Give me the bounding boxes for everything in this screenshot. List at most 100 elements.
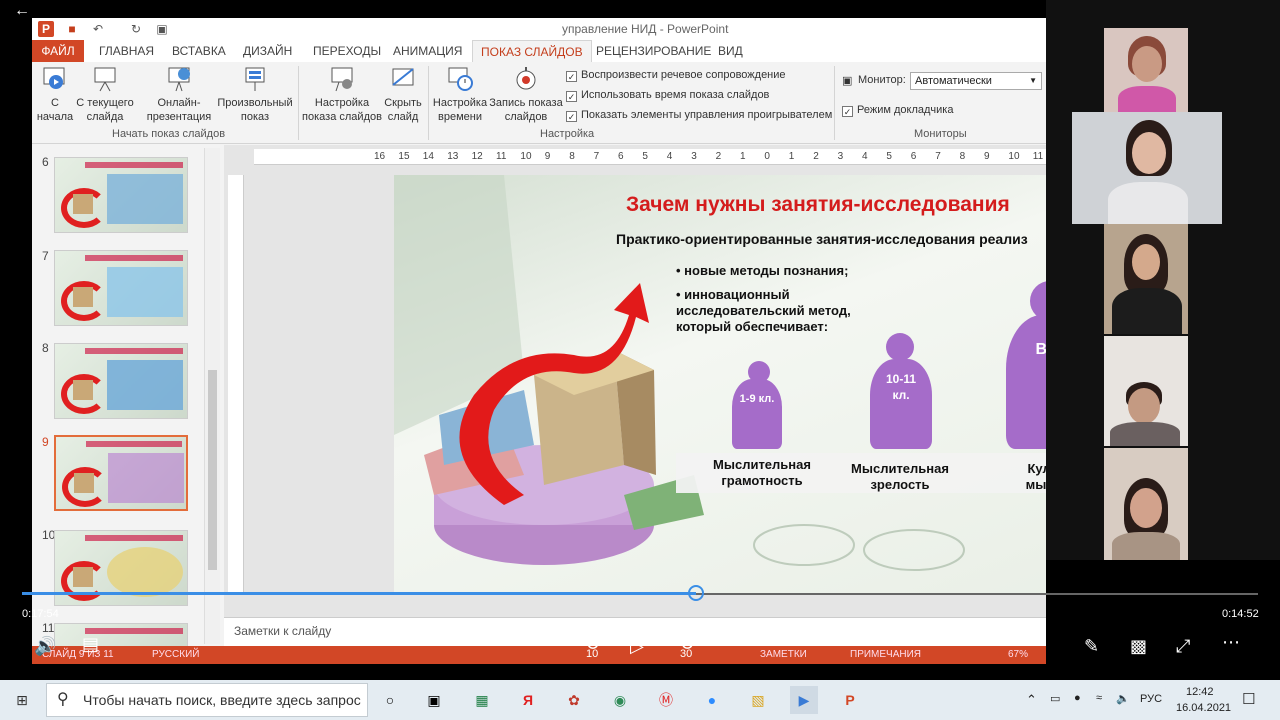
powerpoint-taskbar-icon[interactable]: P [836, 686, 864, 714]
cortana-icon[interactable]: ○ [376, 686, 404, 714]
tab-file[interactable]: ФАЙЛ [32, 40, 84, 62]
slideshow-play-icon [40, 64, 70, 94]
clock-date[interactable]: 16.04.2021 [1176, 702, 1231, 714]
monitor-select-value: Автоматически [915, 75, 992, 87]
rehearse-label-2: времени [438, 111, 482, 123]
notes-button[interactable]: ЗАМЕТКИ [760, 649, 807, 660]
language-indicator[interactable]: РУССКИЙ [152, 649, 199, 660]
from-current-button[interactable]: С текущего слайда [74, 64, 136, 124]
participant-video[interactable] [1104, 448, 1188, 560]
slide-thumbnail[interactable] [54, 250, 188, 326]
ruler-tick-label: 5 [886, 151, 892, 162]
checkbox-checked-icon: ✓ [566, 91, 577, 102]
captions-icon[interactable]: ▤ [82, 634, 99, 655]
calculator-icon[interactable]: ▦ [468, 686, 496, 714]
progress-remaining [696, 593, 1258, 595]
picture-in-picture-icon[interactable]: ▩ [1130, 636, 1147, 657]
ruler-tick-label: 1 [788, 151, 795, 162]
setup-group-label: Настройка [540, 128, 595, 140]
monitor-select[interactable]: Автоматически ▼ [910, 72, 1042, 90]
undo-icon[interactable]: ↶ [90, 21, 106, 37]
current-slide[interactable]: Зачем нужны занятия-исследования Практик… [394, 175, 1046, 595]
start-show-icon[interactable]: ▣ [154, 21, 170, 37]
taskbar-search-box[interactable]: ⚲ Чтобы начать поиск, введите здесь запр… [46, 683, 368, 717]
media-controls-checkbox[interactable]: ✓ Показать элементы управления проигрыват… [566, 109, 832, 122]
pen-icon[interactable]: ✎ [1084, 636, 1099, 657]
forward-icon[interactable]: ↻ 30 [674, 634, 700, 660]
from-start-button[interactable]: С начала [36, 64, 74, 124]
tab-home[interactable]: ГЛАВНАЯ [91, 40, 162, 62]
play-icon[interactable]: ▷ [630, 636, 644, 657]
tab-animation[interactable]: АНИМАЦИЯ [385, 40, 470, 62]
video-progress-bar[interactable] [22, 585, 1258, 601]
task-view-icon[interactable]: ▣ [420, 686, 448, 714]
custom-show-button[interactable]: Произвольный показ [216, 64, 294, 124]
presenter-view-checkbox[interactable]: ✓ Режим докладчика [842, 104, 953, 117]
zoom-icon[interactable]: ● [698, 686, 726, 714]
from-start-label-1: С [51, 97, 59, 109]
thumbnails-scrollbar[interactable] [204, 148, 220, 644]
media-controls-label: Показать элементы управления проигрывате… [581, 109, 833, 121]
app-icon[interactable]: ✿ [560, 686, 588, 714]
yandex-browser-icon[interactable]: Ⓜ [652, 686, 680, 714]
media-player-icon[interactable]: ▶ [790, 686, 818, 714]
participant-video[interactable] [1104, 224, 1188, 334]
volume-icon[interactable]: 🔊 [34, 636, 56, 657]
presenter-view-label: Режим докладчика [857, 104, 954, 116]
progress-knob[interactable] [688, 585, 704, 601]
chrome-icon[interactable]: ◉ [606, 686, 634, 714]
tray-app-icon[interactable]: ● [1074, 692, 1081, 704]
slide-thumbnail-selected[interactable] [54, 435, 188, 511]
tab-transitions[interactable]: ПЕРЕХОДЫ [305, 40, 389, 62]
clock-time[interactable]: 12:42 [1186, 686, 1214, 698]
notifications-icon[interactable]: ☐ [1242, 690, 1255, 708]
checkbox-checked-icon: ✓ [566, 111, 577, 122]
save-icon[interactable]: ■ [64, 21, 80, 37]
rehearse-label-1: Настройка [432, 97, 488, 109]
hide-slide-button[interactable]: Скрыть слайд [382, 64, 424, 124]
narration-label: Воспроизвести речевое сопровождение [581, 69, 786, 81]
setup-show-button[interactable]: Настройка показа слайдов [302, 64, 382, 124]
tab-insert[interactable]: ВСТАВКА [164, 40, 234, 62]
slide-thumbnail[interactable] [54, 157, 188, 233]
participant-video[interactable] [1104, 336, 1188, 446]
online-presentation-button[interactable]: Онлайн- презентация [142, 64, 216, 124]
comments-button[interactable]: ПРИМЕЧАНИЯ [850, 649, 921, 660]
tab-review[interactable]: РЕЦЕНЗИРОВАНИЕ [588, 40, 719, 62]
input-language[interactable]: РУС [1140, 693, 1162, 705]
record-show-button[interactable]: Запись показа слайдов [488, 64, 564, 124]
battery-icon[interactable]: ▭ [1050, 692, 1060, 705]
rewind-icon[interactable]: ↺ 10 [580, 634, 606, 660]
tray-chevron-up-icon[interactable]: ⌃ [1026, 692, 1037, 708]
slide-thumbnail[interactable] [54, 343, 188, 419]
figure-label: ВУЗ [1035, 341, 1046, 358]
thumbnail-number: 7 [42, 249, 49, 263]
participant-video[interactable] [1072, 112, 1222, 224]
back-arrow-icon[interactable]: ← [14, 2, 30, 20]
redo-icon[interactable]: ↻ [128, 21, 144, 37]
more-options-icon[interactable]: ⋯ [1222, 632, 1240, 653]
ruler-tick-label: 4 [862, 151, 868, 162]
rehearse-timings-button[interactable]: Настройка времени [432, 64, 488, 124]
fullscreen-icon[interactable]: ⤢ [1176, 636, 1190, 657]
tab-slideshow[interactable]: ПОКАЗ СЛАЙДОВ [472, 40, 592, 63]
ruler-tick-label: 9 [984, 151, 990, 162]
zoom-level[interactable]: 67% [1008, 649, 1028, 660]
powerpoint-window: P ■ ↶ ↻ ▣ управление НИД - PowerPoint ФА… [32, 18, 1046, 664]
from-start-label-2: начала [36, 111, 74, 123]
ruler-tick-label: 11 [496, 151, 507, 162]
wifi-icon[interactable]: ≈ [1096, 692, 1102, 704]
narration-checkbox[interactable]: ✓ Воспроизвести речевое сопровождение [566, 69, 786, 82]
use-timings-checkbox[interactable]: ✓ Использовать время показа слайдов [566, 89, 769, 102]
screen: ← P ■ ↶ ↻ ▣ управление НИД - PowerPoint … [0, 0, 1280, 720]
file-explorer-icon[interactable]: ▧ [744, 686, 772, 714]
search-icon: ⚲ [57, 691, 69, 708]
tab-view[interactable]: ВИД [710, 40, 751, 62]
yandex-icon[interactable]: Я [514, 686, 542, 714]
scrollbar-thumb[interactable] [208, 370, 217, 570]
windows-start-icon[interactable]: ⊞ [8, 686, 36, 714]
tab-design[interactable]: ДИЗАЙН [235, 40, 300, 62]
progress-played [22, 592, 696, 595]
participant-video[interactable] [1104, 28, 1188, 112]
speaker-icon[interactable]: 🔈 [1116, 692, 1130, 705]
